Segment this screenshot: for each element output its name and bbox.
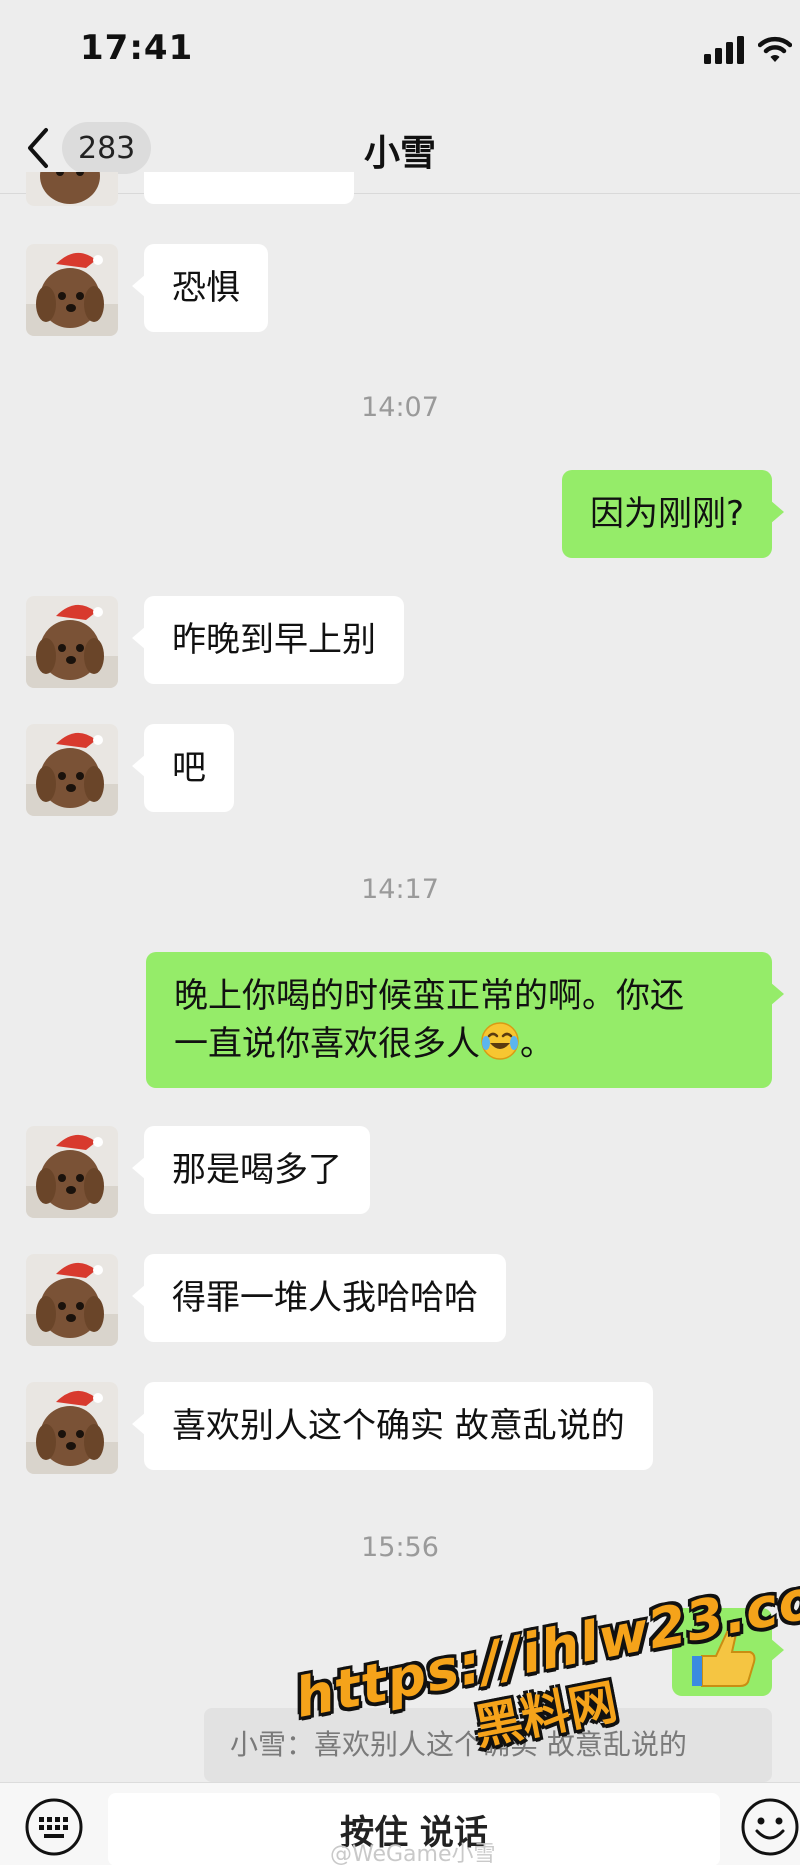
- message-bubble[interactable]: 昨晚到早上别: [132, 596, 404, 684]
- laughing-crying-emoji-icon: [481, 1022, 519, 1060]
- avatar[interactable]: [26, 724, 118, 816]
- keyboard-icon[interactable]: [24, 1797, 84, 1857]
- status-bar: 17:41: [0, 0, 800, 100]
- message-bubble[interactable]: 那是喝多了: [132, 1126, 370, 1214]
- quoted-message[interactable]: 小雪：喜欢别人这个确实 故意乱说的: [204, 1708, 772, 1782]
- message-text: 一直说你喜欢很多人: [174, 1024, 480, 1064]
- message-line: 晚上你喝的时候蛮正常的啊。你还: [174, 976, 684, 1016]
- credit-text: @WeGame小雪: [330, 1842, 496, 1865]
- timestamp: 14:17: [361, 874, 439, 905]
- message-bubble[interactable]: 吧: [132, 724, 234, 812]
- timestamp: 14:07: [361, 392, 439, 423]
- avatar[interactable]: [26, 172, 118, 206]
- chat-title: 小雪: [363, 133, 436, 174]
- message-bubble-outgoing[interactable]: [672, 1608, 784, 1696]
- message-bubble[interactable]: 恐惧: [132, 244, 268, 332]
- message-row-partial: [0, 172, 800, 206]
- avatar[interactable]: [26, 1254, 118, 1346]
- message-bubble[interactable]: 得罪一堆人我哈哈哈: [132, 1254, 506, 1342]
- status-time: 17:41: [80, 28, 194, 68]
- avatar[interactable]: [26, 1382, 118, 1474]
- avatar[interactable]: [26, 244, 118, 336]
- message-bubble-outgoing[interactable]: 因为刚刚?: [561, 470, 785, 558]
- thumbs-up-icon: [692, 1627, 756, 1687]
- message-bubble[interactable]: 喜欢别人这个确实 故意乱说的: [132, 1382, 653, 1470]
- emoji-icon[interactable]: [740, 1797, 800, 1857]
- message-bubble[interactable]: [144, 172, 354, 204]
- wifi-icon: [758, 36, 792, 62]
- message-text: 。: [520, 1024, 554, 1064]
- timestamp: 15:56: [361, 1532, 439, 1563]
- avatar[interactable]: [26, 1126, 118, 1218]
- avatar[interactable]: [26, 596, 118, 688]
- message-bubble-outgoing[interactable]: 晚上你喝的时候蛮正常的啊。你还 一直说你喜欢很多人。: [146, 952, 784, 1088]
- signal-icon: [704, 36, 744, 64]
- message-line: 一直说你喜欢很多人。: [174, 1020, 744, 1068]
